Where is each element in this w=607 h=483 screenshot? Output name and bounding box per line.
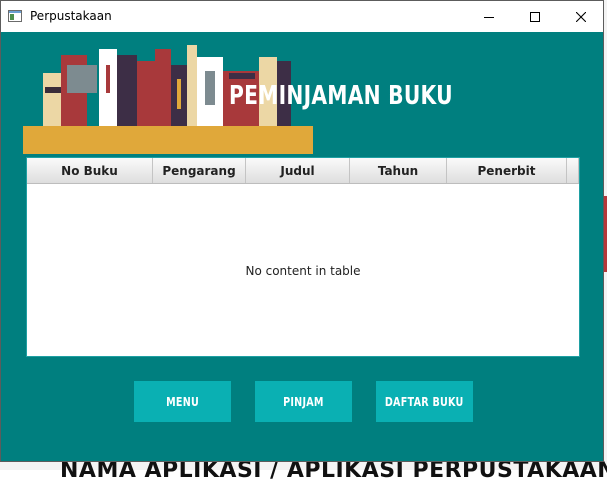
books-table[interactable]: No Buku Pengarang Judul Tahun Penerbit N… <box>26 157 580 357</box>
daftar-buku-button-label: DAFTAR BUKU <box>385 394 464 409</box>
pinjam-button-label: PINJAM <box>283 394 324 409</box>
column-header-filler <box>567 158 579 183</box>
pinjam-button[interactable]: PINJAM <box>255 381 352 422</box>
menu-button[interactable]: MENU <box>134 381 231 422</box>
page-title: PEMINJAMAN BUKU <box>229 81 453 111</box>
column-header-penerbit[interactable]: Penerbit <box>447 158 567 183</box>
app-window: Perpustakaan PEMINJAMAN BUKU No Buku Pen… <box>0 0 604 462</box>
window-title: Perpustakaan <box>30 9 112 23</box>
maximize-icon <box>530 11 540 22</box>
minimize-button[interactable] <box>466 1 512 32</box>
column-header-no-buku[interactable]: No Buku <box>27 158 153 183</box>
title-bar[interactable]: Perpustakaan <box>1 1 603 32</box>
column-header-judul[interactable]: Judul <box>246 158 350 183</box>
minimize-icon <box>484 16 494 18</box>
app-window-icon <box>8 10 22 22</box>
empty-table-message: No content in table <box>245 264 361 278</box>
table-header: No Buku Pengarang Judul Tahun Penerbit <box>27 158 579 184</box>
menu-button-label: MENU <box>166 394 199 409</box>
column-header-pengarang[interactable]: Pengarang <box>153 158 246 183</box>
daftar-buku-button[interactable]: DAFTAR BUKU <box>376 381 473 422</box>
column-header-tahun[interactable]: Tahun <box>350 158 447 183</box>
close-button[interactable] <box>558 1 603 32</box>
maximize-button[interactable] <box>512 1 558 32</box>
close-icon <box>576 11 586 22</box>
